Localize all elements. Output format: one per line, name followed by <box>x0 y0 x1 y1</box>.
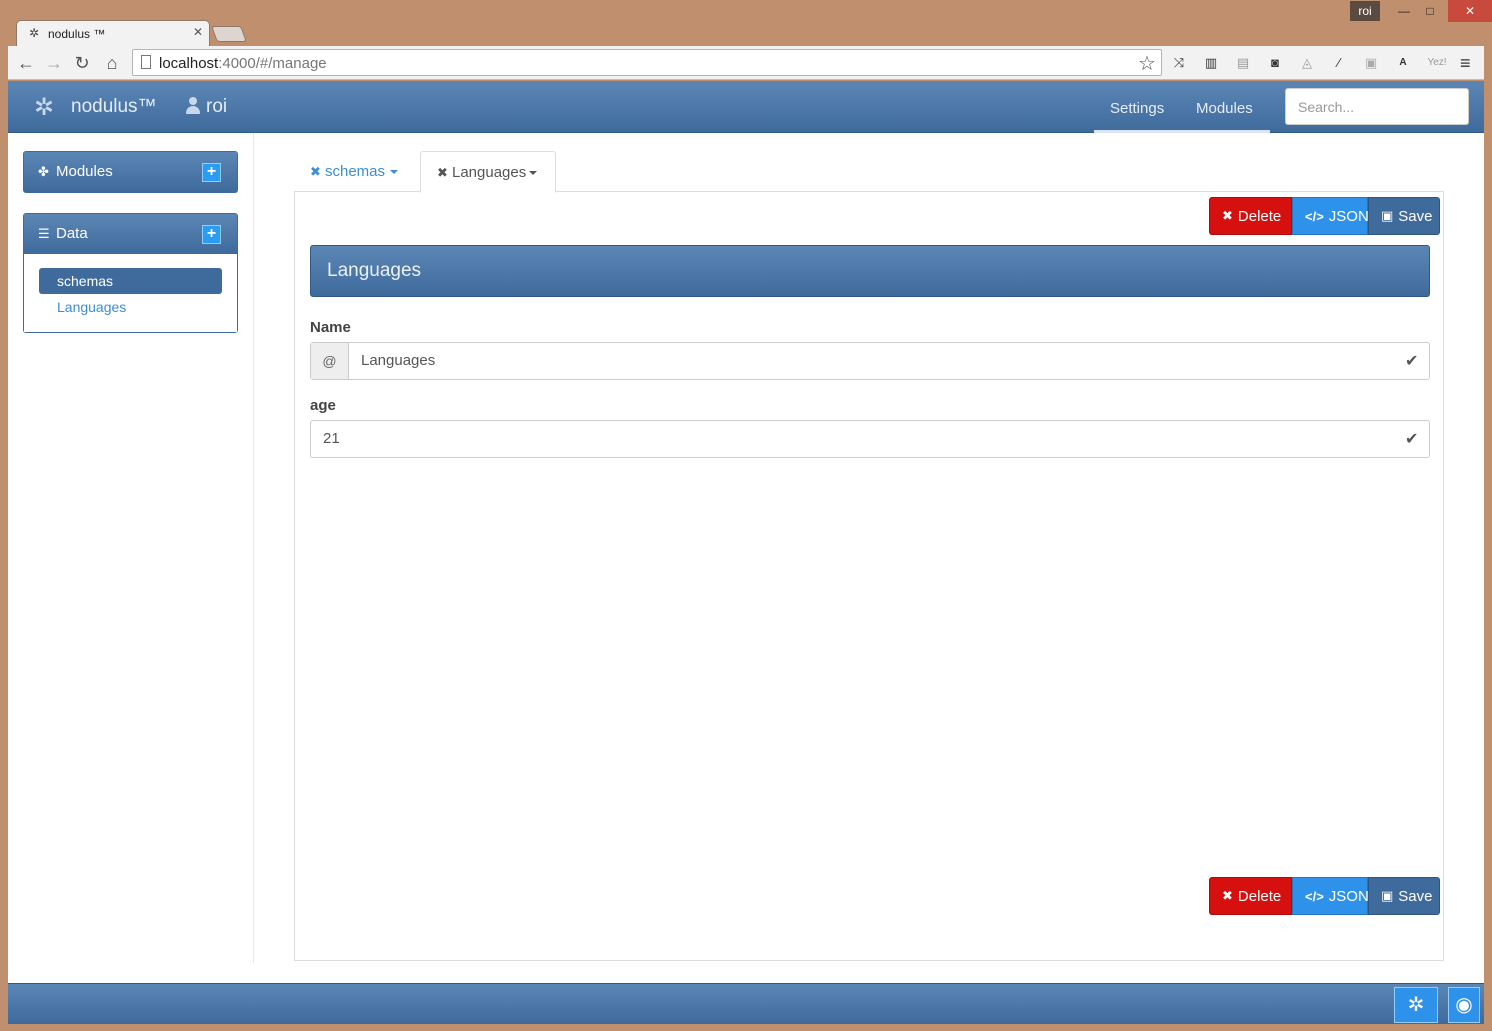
database-icon: ☰ <box>38 226 50 241</box>
bookmark-star-icon[interactable]: ☆ <box>1138 51 1156 76</box>
close-tab-icon[interactable]: ✖ <box>310 164 321 180</box>
json-button[interactable]: </> JSON <box>1292 877 1369 915</box>
nav-settings-link[interactable]: Settings <box>1110 100 1164 117</box>
nav-active-underline <box>1094 130 1270 133</box>
floppy-disk-icon: ▣ <box>1381 888 1394 903</box>
octopus-logo-icon[interactable]: ✲ <box>34 93 54 122</box>
os-user-badge: roi <box>1350 1 1380 21</box>
url-text: localhost:4000/#/manage <box>159 55 327 72</box>
times-icon: ✖ <box>1222 208 1233 223</box>
data-panel-header[interactable]: ☰ Data + <box>24 214 237 254</box>
user-name[interactable]: roi <box>206 96 227 118</box>
new-tab-button[interactable] <box>211 26 247 42</box>
tab-schemas-label: schemas <box>325 163 386 180</box>
at-addon: @ <box>311 343 349 379</box>
name-input[interactable]: @ Languages ✔ <box>310 342 1430 380</box>
data-panel: ☰ Data + schemas Languages <box>23 213 238 333</box>
sidebar-item-schemas[interactable]: schemas <box>39 268 222 294</box>
form-title: Languages <box>310 245 1430 297</box>
check-icon: ✔ <box>1405 431 1419 448</box>
browser-tab[interactable]: ✲ nodulus ™ ✕ <box>16 20 210 46</box>
sidebar: ✤ Modules + ☰ Data + schemas Languages <box>8 133 254 963</box>
share-arrows-icon[interactable]: ⤨ <box>1170 54 1188 72</box>
code-icon: </> <box>1305 208 1324 224</box>
magic-wand-icon[interactable]: ⁄ <box>1330 54 1348 72</box>
tab-schemas[interactable]: ✖ schemas <box>294 151 418 192</box>
delete-button[interactable]: ✖ Delete <box>1209 197 1292 235</box>
browser-window: roi — □ ✕ ✲ nodulus ™ ✕ ← → ↻ ⌂ localhos… <box>0 0 1492 1031</box>
camera-icon[interactable]: ▣ <box>1362 54 1380 72</box>
modules-panel: ✤ Modules + <box>23 151 238 193</box>
tab-close-icon[interactable]: ✕ <box>193 25 203 39</box>
editor-content: ✖ Delete </> JSON ▣ Save Languages Name @ L… <box>294 191 1444 961</box>
tab-languages-label: Languages <box>452 164 527 181</box>
action-buttons-bottom: ✖ Delete </> JSON ▣ Save <box>1209 877 1440 915</box>
titlebar: roi — □ ✕ ✲ nodulus ™ ✕ <box>0 0 1492 46</box>
name-field-label: Name <box>310 319 351 336</box>
name-input-value[interactable]: Languages <box>361 352 435 369</box>
angular-icon[interactable]: ◬ <box>1298 54 1316 72</box>
github-button[interactable]: ◉ <box>1448 987 1480 1023</box>
home-icon[interactable]: ⌂ <box>100 51 124 75</box>
reload-icon[interactable]: ↻ <box>70 51 94 75</box>
modules-panel-header[interactable]: ✤ Modules + <box>24 152 237 192</box>
puzzle-icon: ✤ <box>38 164 49 179</box>
caret-down-icon[interactable] <box>529 171 537 175</box>
add-module-button[interactable]: + <box>202 163 221 182</box>
age-input[interactable]: 21 ✔ <box>310 420 1430 458</box>
save-button[interactable]: ▣ Save <box>1368 197 1440 235</box>
octopus-button[interactable]: ✲ <box>1394 987 1438 1023</box>
tab-title: nodulus ™ <box>48 27 106 41</box>
caret-down-icon[interactable] <box>390 170 398 174</box>
minimize-button[interactable]: — <box>1390 0 1418 22</box>
top-navbar: ✲ nodulus™ roi Settings Modules <box>8 81 1484 133</box>
piano-icon[interactable]: ▥ <box>1202 54 1220 72</box>
age-field-label: age <box>310 397 336 414</box>
page-icon <box>141 55 151 69</box>
data-panel-title: Data <box>56 225 88 242</box>
browser-toolbar: ← → ↻ ⌂ localhost:4000/#/manage ☆ ⤨ ▥ ▤ … <box>8 46 1484 80</box>
save-button[interactable]: ▣ Save <box>1368 877 1440 915</box>
footer-bar: ✲ ◉ <box>8 983 1484 1024</box>
brand-link[interactable]: nodulus™ <box>71 96 157 118</box>
octopus-favicon-icon: ✲ <box>29 26 40 40</box>
sidebar-item-languages[interactable]: Languages <box>39 294 222 320</box>
modules-panel-title: Modules <box>56 163 113 180</box>
github-icon: ◉ <box>1455 994 1473 1016</box>
back-arrow-icon[interactable]: ← <box>14 51 38 75</box>
yez-icon[interactable]: Yez! <box>1424 54 1450 72</box>
times-icon: ✖ <box>1222 888 1233 903</box>
code-icon: </> <box>1305 888 1324 904</box>
a-circle-icon[interactable]: A <box>1394 54 1412 72</box>
check-icon: ✔ <box>1405 353 1419 370</box>
search-input[interactable] <box>1285 88 1469 125</box>
tab-languages[interactable]: ✖ Languages <box>420 151 556 193</box>
delete-button[interactable]: ✖ Delete <box>1209 877 1292 915</box>
data-panel-body: schemas Languages <box>24 254 237 332</box>
ruler-icon[interactable]: ▤ <box>1234 54 1252 72</box>
address-bar[interactable]: localhost:4000/#/manage ☆ <box>132 49 1162 76</box>
editor-tabs: ✖ schemas ✖ Languages <box>294 151 1444 193</box>
octopus-icon: ✲ <box>1407 994 1425 1016</box>
app-page: ✲ nodulus™ roi Settings Modules ✤ Module… <box>8 81 1484 1024</box>
add-data-button[interactable]: + <box>202 225 221 244</box>
floppy-disk-icon: ▣ <box>1381 208 1394 223</box>
action-buttons-top: ✖ Delete </> JSON ▣ Save <box>1209 197 1440 235</box>
close-tab-icon[interactable]: ✖ <box>437 165 448 181</box>
hamburger-menu-icon[interactable]: ≡ <box>1460 53 1471 74</box>
forward-arrow-icon[interactable]: → <box>42 51 66 75</box>
nav-modules-link[interactable]: Modules <box>1196 100 1253 117</box>
maximize-button[interactable]: □ <box>1416 0 1444 22</box>
user-icon <box>186 97 200 115</box>
age-input-value[interactable]: 21 <box>323 430 340 447</box>
json-button[interactable]: </> JSON <box>1292 197 1369 235</box>
lightbulb-icon[interactable]: ◙ <box>1266 54 1284 72</box>
close-window-button[interactable]: ✕ <box>1448 0 1492 22</box>
